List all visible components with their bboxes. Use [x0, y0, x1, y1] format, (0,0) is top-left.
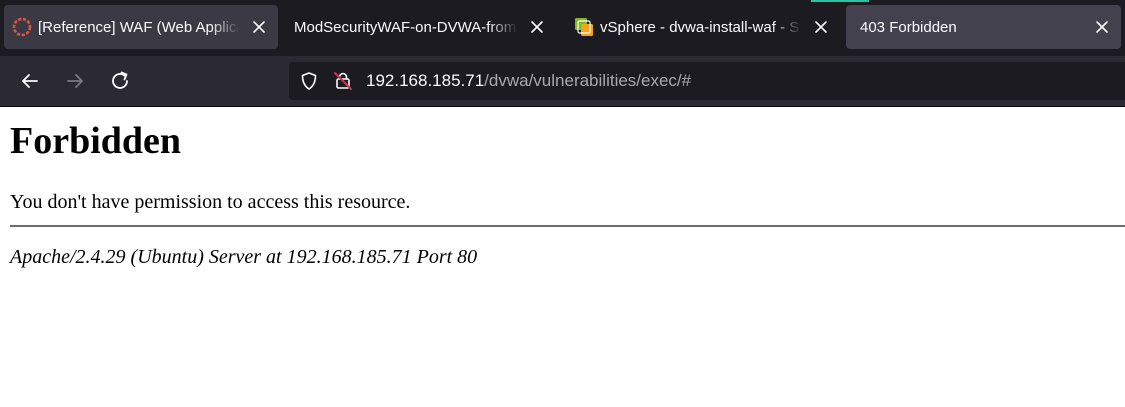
divider: [10, 225, 1125, 227]
tab-modsecurity-waf[interactable]: ModSecurityWAF-on-DVWA-from-to: [280, 5, 556, 49]
url-text[interactable]: 192.168.185.71/dvwa/vulnerabilities/exec…: [366, 71, 691, 91]
tab-accent-line: [811, 0, 869, 2]
close-icon[interactable]: [1093, 18, 1111, 36]
tab-403-forbidden[interactable]: 403 Forbidden: [846, 5, 1121, 49]
address-bar[interactable]: 192.168.185.71/dvwa/vulnerabilities/exec…: [289, 62, 1125, 100]
navigation-toolbar: 192.168.185.71/dvwa/vulnerabilities/exec…: [0, 56, 1125, 107]
tab-title-fade: [488, 5, 518, 49]
tab-title: 403 Forbidden: [860, 19, 957, 36]
tab-title: vSphere - dvwa-install-waf - Sum: [600, 19, 800, 36]
close-icon[interactable]: [250, 18, 268, 36]
reload-icon[interactable]: [106, 67, 134, 95]
tab-vsphere[interactable]: vSphere - dvwa-install-waf - Sum: [566, 5, 840, 49]
url-host: 192.168.185.71: [366, 71, 485, 90]
vsphere-icon: [575, 18, 593, 36]
tab-title: [Reference] WAF (Web Applica: [38, 19, 238, 36]
tab-title-fade: [210, 5, 240, 49]
tab-title: ModSecurityWAF-on-DVWA-from-to: [294, 19, 516, 36]
page-content: Forbidden You don't have permission to a…: [0, 107, 1125, 407]
shield-icon[interactable]: [299, 71, 319, 91]
tab-strip: [Reference] WAF (Web Applica ModSecurity…: [0, 0, 1125, 56]
error-message: You don't have permission to access this…: [10, 191, 411, 213]
url-path: /dvwa/vulnerabilities/exec/#: [484, 71, 692, 90]
close-icon[interactable]: [528, 18, 546, 36]
back-arrow-icon[interactable]: [16, 67, 44, 95]
close-icon[interactable]: [812, 18, 830, 36]
red-ring-icon: [12, 17, 32, 37]
insecure-lock-icon[interactable]: [333, 71, 353, 91]
server-signature: Apache/2.4.29 (Ubuntu) Server at 192.168…: [10, 246, 478, 268]
page-title: Forbidden: [10, 120, 182, 162]
forward-arrow-icon[interactable]: [61, 67, 89, 95]
tab-reference-waf[interactable]: [Reference] WAF (Web Applica: [4, 5, 278, 49]
tab-title-fade: [772, 5, 802, 49]
